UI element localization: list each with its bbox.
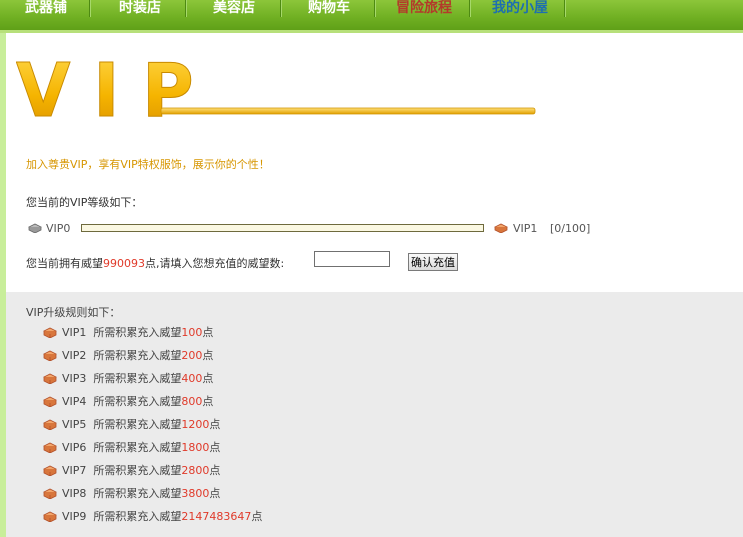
intro-text: 加入尊贵VIP，享有VIP特权服饰，展示你的个性！ xyxy=(26,158,270,171)
rule-desc: 所需积累充入威望 xyxy=(93,395,182,408)
rules-panel: VIP升级规则如下： VIP1 所需积累充入威望100点 VIP2 所需积累充入威… xyxy=(6,292,743,537)
recharge-amount-input[interactable] xyxy=(314,251,390,267)
rule-text: VIP6 所需积累充入威望1800点 xyxy=(62,440,220,456)
rule-level: VIP7 xyxy=(62,464,87,477)
rule-unit: 点 xyxy=(202,372,214,385)
nav-divider xyxy=(89,0,91,17)
gift-icon xyxy=(43,419,57,433)
rule-level: VIP2 xyxy=(62,349,87,362)
rule-level: VIP4 xyxy=(62,395,87,408)
nav-divider xyxy=(374,0,376,17)
rule-text: VIP3 所需积累充入威望400点 xyxy=(62,371,213,387)
gift-icon xyxy=(43,327,57,341)
rule-amount: 1800 xyxy=(181,441,210,454)
rule-desc: 所需积累充入威望 xyxy=(93,372,182,385)
points-value: 990093 xyxy=(103,257,145,270)
rule-text: VIP4 所需积累充入威望800点 xyxy=(62,394,213,410)
gift-icon xyxy=(43,465,57,479)
rule-text: VIP7 所需积累充入威望2800点 xyxy=(62,463,220,479)
rule-amount: 3800 xyxy=(181,487,210,500)
nav-divider xyxy=(280,0,282,17)
rule-amount: 200 xyxy=(181,349,203,362)
rule-desc: 所需积累充入威望 xyxy=(93,510,182,523)
rules-heading: VIP升级规则如下： xyxy=(26,306,121,319)
nav-divider xyxy=(469,0,471,17)
gift-icon xyxy=(43,396,57,410)
rule-amount: 800 xyxy=(181,395,203,408)
rule-level: VIP5 xyxy=(62,418,87,431)
rule-unit: 点 xyxy=(202,349,214,362)
rule-unit: 点 xyxy=(209,464,221,477)
nav-weapon-shop[interactable]: 武器铺 xyxy=(22,0,70,17)
rule-desc: 所需积累充入威望 xyxy=(93,487,182,500)
rule-unit: 点 xyxy=(251,510,263,523)
rule-desc: 所需积累充入威望 xyxy=(93,349,182,362)
recharge-prompt: 您当前拥有威望990093点,请填入您想充值的威望数: xyxy=(26,255,284,271)
rule-level: VIP9 xyxy=(62,510,87,523)
vip-status-heading: 您当前的VIP等级如下： xyxy=(26,196,143,209)
rule-text: VIP8 所需积累充入威望3800点 xyxy=(62,486,220,502)
rule-text: VIP9 所需积累充入威望2147483647点 xyxy=(62,509,262,525)
vip-progress-bar xyxy=(81,224,484,232)
rule-desc: 所需积累充入威望 xyxy=(93,418,182,431)
rule-amount: 2147483647 xyxy=(181,510,252,523)
gift-icon xyxy=(43,350,57,364)
next-level-label: VIP1 xyxy=(513,222,538,235)
confirm-recharge-button[interactable]: 确认充值 xyxy=(408,253,458,271)
rule-amount: 400 xyxy=(181,372,203,385)
nav-my-house[interactable]: 我的小屋 xyxy=(488,0,552,17)
rule-desc: 所需积累充入威望 xyxy=(93,326,182,339)
recharge-suffix: 点,请填入您想充值的威望数: xyxy=(145,257,285,270)
nav-divider xyxy=(185,0,187,17)
rule-amount: 2800 xyxy=(181,464,210,477)
rule-unit: 点 xyxy=(209,487,221,500)
rule-amount: 1200 xyxy=(181,418,210,431)
rule-level: VIP6 xyxy=(62,441,87,454)
rule-text: VIP1 所需积累充入威望100点 xyxy=(62,325,213,341)
rule-text: VIP2 所需积累充入威望200点 xyxy=(62,348,213,364)
rule-unit: 点 xyxy=(202,326,214,339)
gift-icon xyxy=(28,223,42,233)
progress-text: [0/100] xyxy=(550,222,591,235)
rule-desc: 所需积累充入威望 xyxy=(93,464,182,477)
nav-shopping-cart[interactable]: 购物车 xyxy=(305,0,353,17)
gift-icon xyxy=(43,488,57,502)
rule-amount: 100 xyxy=(181,326,203,339)
vip-logo: VIP xyxy=(16,56,536,124)
gift-icon xyxy=(494,223,508,233)
nav-adventure[interactable]: 冒险旅程 xyxy=(392,0,456,17)
rule-unit: 点 xyxy=(209,441,221,454)
gift-icon xyxy=(43,442,57,456)
rule-level: VIP8 xyxy=(62,487,87,500)
current-level-label: VIP0 xyxy=(46,222,71,235)
rule-unit: 点 xyxy=(209,418,221,431)
nav-divider xyxy=(564,0,566,17)
rule-desc: 所需积累充入威望 xyxy=(93,441,182,454)
nav-fashion-shop[interactable]: 时装店 xyxy=(116,0,164,17)
rule-text: VIP5 所需积累充入威望1200点 xyxy=(62,417,220,433)
rule-level: VIP3 xyxy=(62,372,87,385)
rule-unit: 点 xyxy=(202,395,214,408)
top-nav: 武器铺 时装店 美容店 购物车 冒险旅程 我的小屋 xyxy=(0,0,743,33)
gift-icon xyxy=(43,373,57,387)
recharge-prefix: 您当前拥有威望 xyxy=(26,257,103,270)
nav-beauty-shop[interactable]: 美容店 xyxy=(210,0,258,17)
gift-icon xyxy=(43,511,57,525)
rule-level: VIP1 xyxy=(62,326,87,339)
